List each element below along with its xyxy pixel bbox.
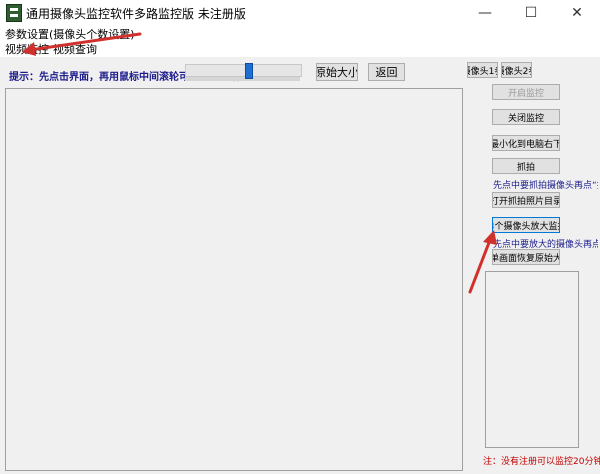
- video-display-panel[interactable]: [5, 88, 463, 471]
- menu-bar: 参数设置(摄像头个数设置): [0, 26, 600, 41]
- original-size-button[interactable]: 原始大小: [316, 63, 358, 81]
- zoom-single-camera-button[interactable]: 单个摄像头放大监控: [492, 217, 560, 233]
- camera1-settings-button[interactable]: 摄像头1参: [467, 62, 498, 78]
- zoom-slider-track[interactable]: [185, 64, 302, 77]
- start-monitor-button[interactable]: 开启监控: [492, 84, 560, 100]
- window-title: 通用摄像头监控软件多路监控版 未注册版: [26, 7, 246, 21]
- minimize-to-tray-button[interactable]: 最小化到电脑右下: [492, 135, 560, 151]
- minimize-button[interactable]: —: [462, 0, 508, 26]
- tab-bar: 视频监控 视频查询: [0, 41, 600, 56]
- camera2-settings-button[interactable]: 摄像头2参: [501, 62, 532, 78]
- close-button[interactable]: ✕: [554, 0, 600, 26]
- zoom-slider-base: [185, 77, 300, 81]
- tab-video-query[interactable]: 视频查询: [53, 41, 97, 57]
- restore-original-size-button[interactable]: 单画面恢复原始大: [492, 249, 560, 265]
- back-button[interactable]: 返回: [368, 63, 405, 81]
- capture-hint-text: 先点中要抓拍摄像头再点“抓: [493, 181, 598, 191]
- open-capture-folder-button[interactable]: 打开抓拍照片目录: [492, 192, 560, 208]
- title-bar: 通用摄像头监控软件多路监控版 未注册版 — ☐ ✕: [0, 0, 600, 26]
- app-icon: [6, 4, 22, 22]
- menu-settings[interactable]: 参数设置(摄像头个数设置): [5, 26, 135, 42]
- maximize-button[interactable]: ☐: [508, 0, 554, 26]
- registration-note: 注：没有注册可以监控20分钟,: [483, 457, 600, 467]
- capture-button[interactable]: 抓拍: [492, 158, 560, 174]
- main-area: 提示：先点击界面，再用鼠标中间滚轮可以放大和缩小画面： 原始大小 返回 摄像头1…: [0, 57, 600, 474]
- zoom-slider-thumb[interactable]: [245, 63, 253, 79]
- preview-box: [485, 271, 579, 448]
- tab-video-monitor[interactable]: 视频监控: [5, 41, 49, 57]
- stop-monitor-button[interactable]: 关闭监控: [492, 109, 560, 125]
